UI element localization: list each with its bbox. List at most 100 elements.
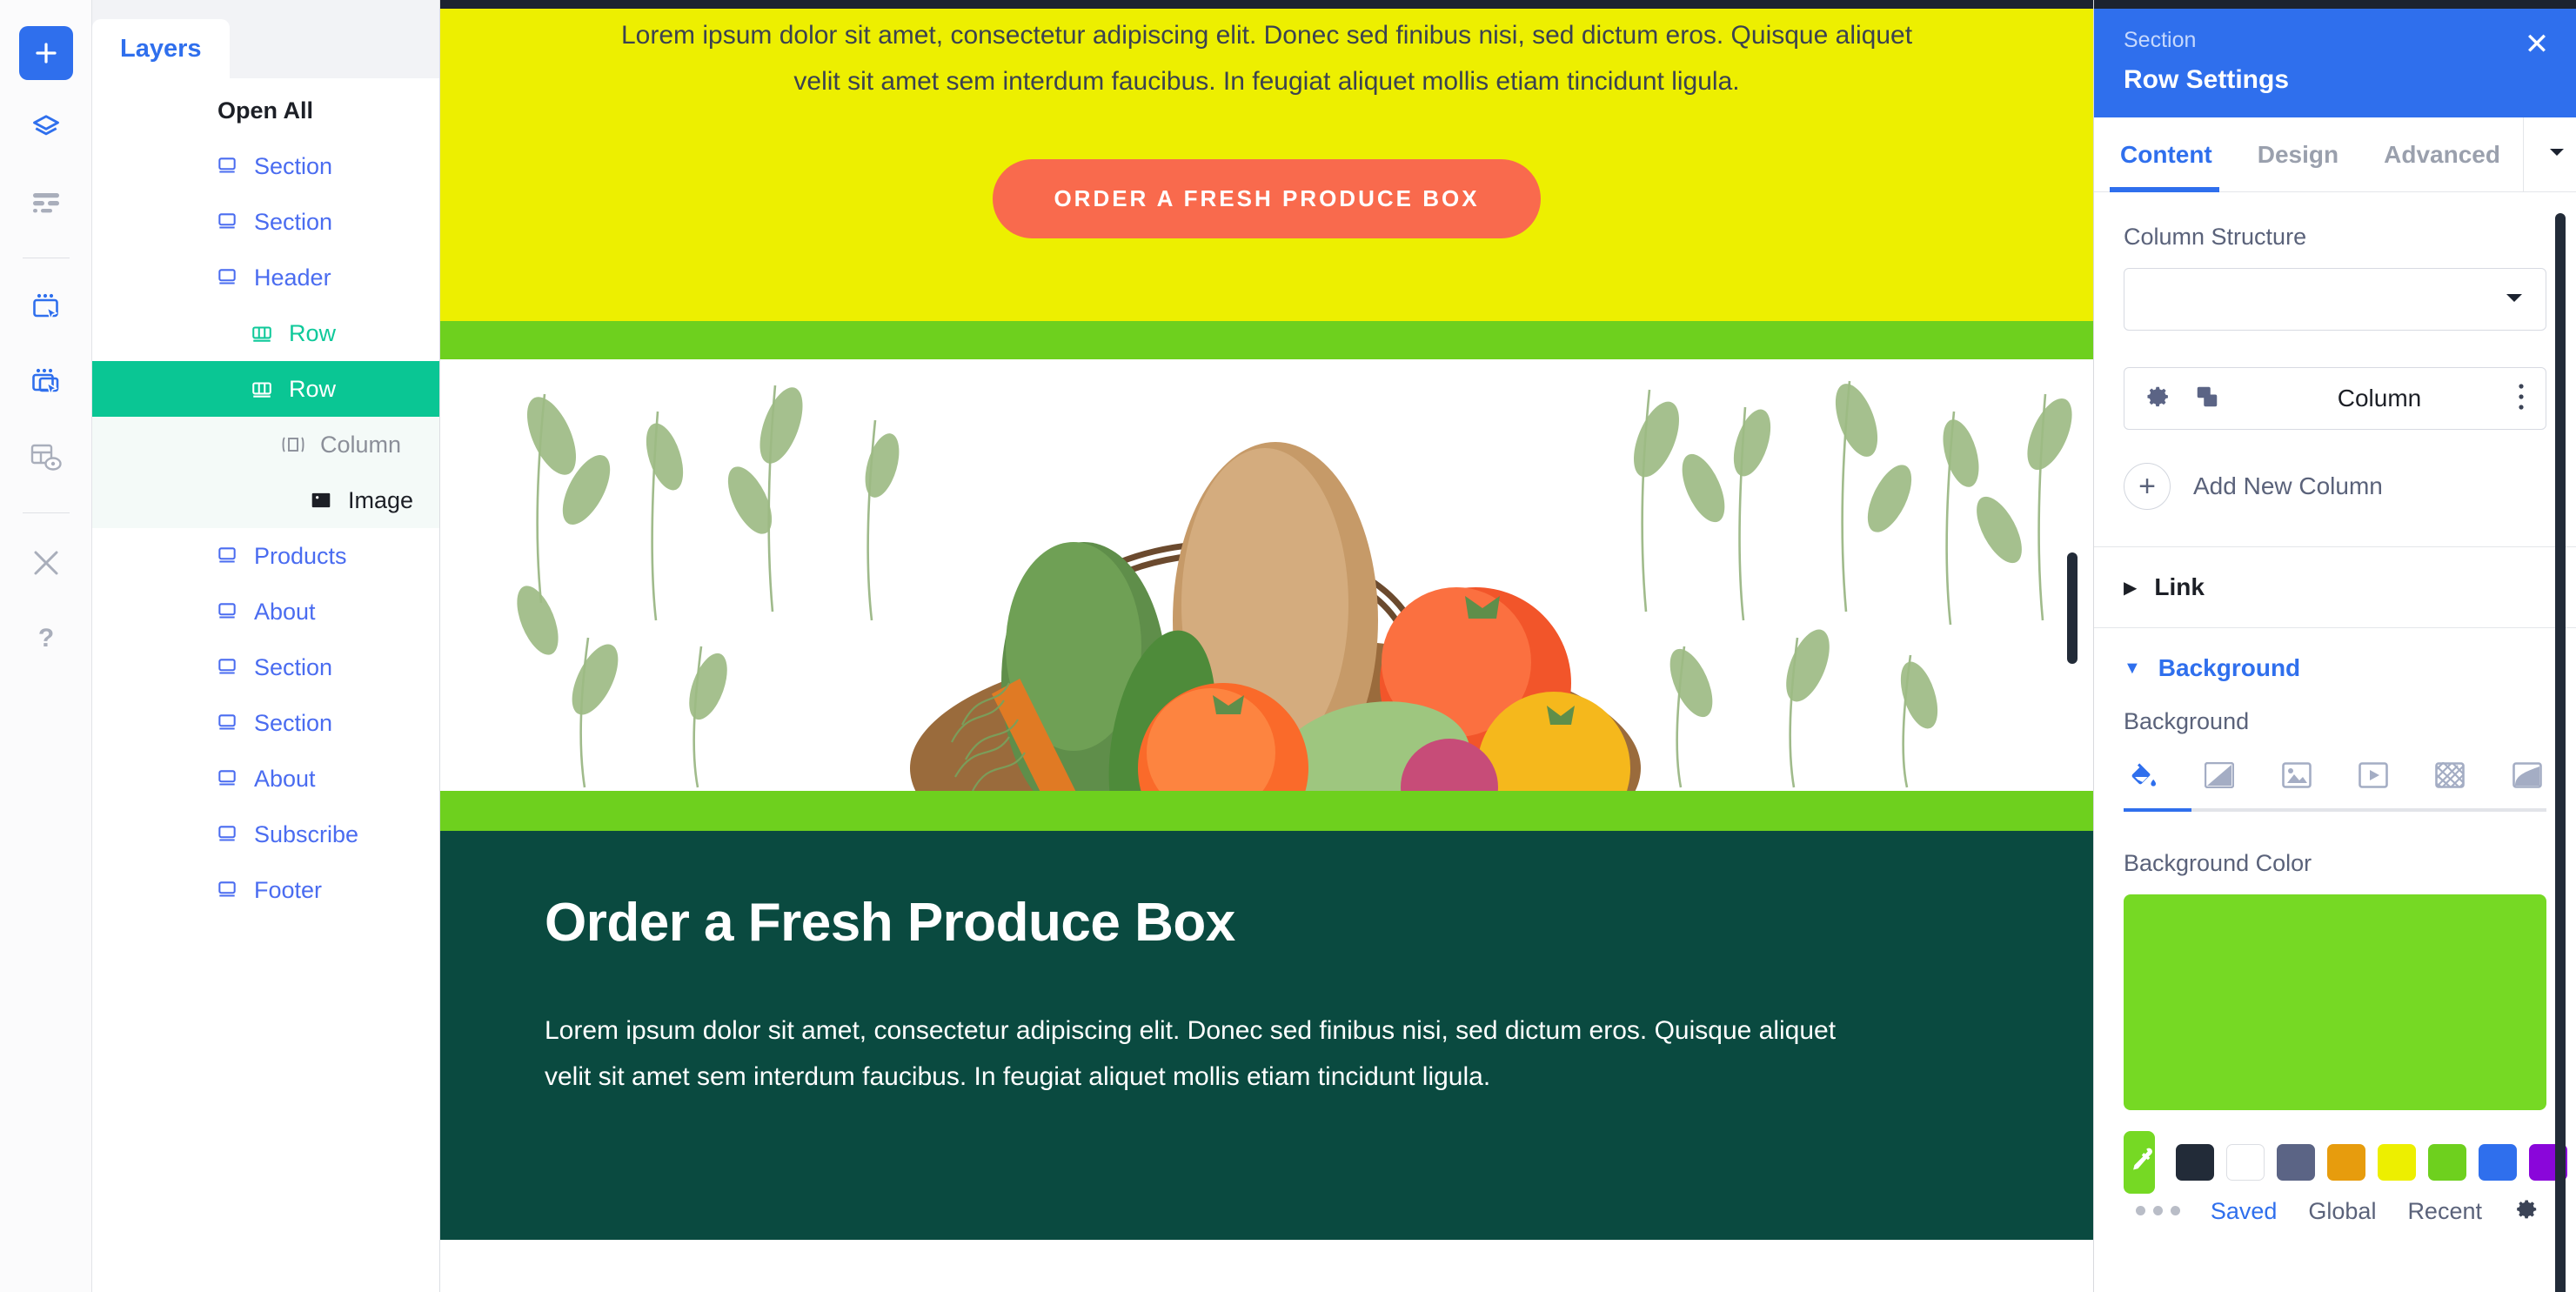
produce-image[interactable] [440,358,2093,791]
layer-item-image-6[interactable]: Image [92,472,439,528]
select-nested-button[interactable] [19,356,73,410]
tab-content[interactable]: Content [2094,117,2235,192]
layer-item-label: Row [289,319,337,346]
layer-item-label: Section [254,653,333,680]
canvas-yellow-section[interactable]: Lorem ipsum dolor sit amet, consectetur … [440,9,2093,321]
green-divider-top[interactable] [440,320,2093,359]
swatch-amber[interactable] [2327,1144,2365,1181]
gear-icon[interactable] [2513,1196,2539,1227]
palette-tab-recent[interactable]: Recent [2407,1198,2482,1225]
more-options-icon[interactable] [2516,382,2526,416]
layer-item-subscribe-12[interactable]: Subscribe [92,807,439,862]
background-color-label: Background Color [2124,850,2312,876]
layer-item-section-0[interactable]: Section [92,138,439,194]
select-element-button[interactable] [19,281,73,335]
layer-item-row-3[interactable]: Row [92,305,439,361]
eyedropper-icon [2124,1145,2155,1181]
background-pattern-tab[interactable] [2431,760,2469,794]
section-icon [214,766,240,792]
layer-item-section-9[interactable]: Section [92,639,439,695]
device-selector[interactable] [2522,117,2576,191]
preview-button[interactable] [19,431,73,485]
layer-item-column-5[interactable]: Column [92,417,439,472]
layer-item-section-10[interactable]: Section [92,695,439,751]
layers-button[interactable] [19,101,73,155]
background-gradient-tab[interactable] [2200,760,2238,794]
order-produce-box-button[interactable]: ORDER A FRESH PRODUCE BOX [993,158,1541,238]
plus-icon [33,40,59,66]
column-item[interactable]: Column [2124,367,2546,430]
wireframe-icon [30,191,62,214]
help-button[interactable]: ? [19,611,73,665]
background-video-tab[interactable] [2354,760,2392,794]
settings-header-subtitle: Section [2124,28,2197,52]
section-icon [214,710,240,736]
swatch-blue[interactable] [2479,1144,2517,1181]
settings-header: Section Row Settings ✕ [2094,9,2576,117]
tools-icon [30,547,62,579]
add-new-column-button[interactable]: + Add New Column [2124,463,2546,510]
background-color-preview[interactable] [2124,894,2546,1110]
column-item-label: Column [2337,385,2422,412]
layer-item-label: Row [289,375,337,402]
swatch-green[interactable] [2428,1144,2466,1181]
settings-scrollbar-thumb[interactable] [2555,213,2566,1292]
layer-item-label: Footer [254,876,323,903]
layers-panel: Layers Open All Section Section Header Row R… [92,0,440,1292]
question-mark-icon: ? [33,623,59,653]
eyedropper-button[interactable] [2124,1131,2155,1194]
settings-scroll-area: Column Structure Column + Add New Column… [2094,192,2576,1292]
column-icon [280,432,306,458]
tab-design[interactable]: Design [2235,117,2361,191]
tools-button[interactable] [19,536,73,590]
open-all-label[interactable]: Open All [92,84,439,138]
background-type-tabs [2124,753,2546,794]
add-new-column-label: Add New Column [2193,472,2383,499]
settings-header-title: Row Settings [2124,65,2290,94]
wireframe-button[interactable] [19,176,73,230]
layer-item-label: Header [254,264,331,291]
layer-item-about-8[interactable]: About [92,584,439,639]
background-mask-tab[interactable] [2508,760,2546,794]
layer-item-row-4[interactable]: Row [92,361,439,417]
layer-item-section-1[interactable]: Section [92,194,439,250]
row-settings-panel: Section Row Settings ✕ Content Design Ad… [2093,0,2576,1292]
palette-tab-saved[interactable]: Saved [2211,1198,2278,1225]
canvas-topbar [440,0,2093,9]
background-image-tab[interactable] [2278,760,2316,794]
select-nested-icon [30,366,63,399]
layer-item-label: Section [254,208,333,235]
add-button[interactable] [18,26,73,80]
canvas-teal-section[interactable]: Order a Fresh Produce Box Lorem ipsum do… [440,830,2093,1240]
video-icon [2359,761,2388,793]
close-icon[interactable]: ✕ [2520,28,2553,61]
swatch-dark[interactable] [2176,1144,2214,1181]
background-color-tab[interactable] [2124,760,2162,794]
layer-item-header-2[interactable]: Header [92,250,439,305]
link-accordion[interactable]: ▶ Link [2124,547,2546,627]
layer-item-about-11[interactable]: About [92,751,439,807]
background-accordion[interactable]: ▼ Background [2124,628,2546,708]
layer-item-label: Column [320,431,402,458]
swatch-slate[interactable] [2277,1144,2315,1181]
green-divider-bottom[interactable] [440,790,2093,831]
triangle-right-icon: ▶ [2124,578,2138,598]
settings-topbar [2094,0,2576,9]
palette-tab-global[interactable]: Global [2308,1198,2376,1225]
tab-advanced[interactable]: Advanced [2361,117,2523,191]
swatch-yellow[interactable] [2378,1144,2416,1181]
tab-layers[interactable]: Layers [92,19,230,78]
layer-item-products-7[interactable]: Products [92,528,439,584]
canvas-scrollbar-thumb[interactable] [2067,552,2078,664]
swatch-white[interactable] [2226,1144,2265,1181]
duplicate-icon[interactable] [2194,384,2220,414]
layer-item-footer-13[interactable]: Footer [92,862,439,918]
section-icon [214,654,240,680]
layer-item-label: About [254,765,316,792]
settings-content: Column Structure Column + Add New Column… [2094,192,2576,1227]
canvas-viewport: Lorem ipsum dolor sit amet, consectetur … [440,0,2093,1292]
link-accordion-label: Link [2154,573,2205,600]
gear-icon[interactable] [2144,383,2171,415]
column-structure-select[interactable] [2124,268,2546,331]
background-field-label: Background [2124,708,2250,734]
